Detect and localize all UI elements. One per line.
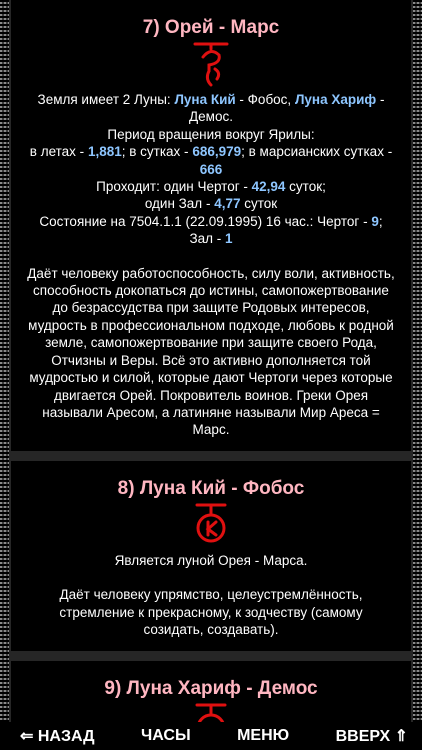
chertog-label: Проходит: один Чертог -: [96, 179, 252, 195]
days-value: 686,979: [192, 144, 242, 160]
hall-line: один Зал - 4,77 суток: [17, 195, 405, 212]
hall-suffix: суток: [240, 196, 278, 212]
section-title: 7) Орей - Марс: [142, 17, 280, 38]
state-mid: ;: [378, 213, 383, 229]
mars-symbol-icon: [193, 42, 229, 87]
phobos-line1: Является луной Орея - Марса.: [114, 553, 308, 568]
deimos-symbol-icon: [195, 703, 227, 722]
mars-description: Даёт человеку работоспособность, силу во…: [27, 265, 395, 438]
chertog-value: 42,94: [251, 179, 286, 195]
moon-card-deimos: 9) Луна Хариф - Демос: [11, 661, 411, 722]
section-title: 8) Луна Кий - Фобос: [117, 478, 305, 499]
moon-kiy-link: Луна Кий: [174, 92, 236, 107]
back-button[interactable]: ⇐ НАЗАД: [20, 726, 95, 746]
moon-card-phobos: 8) Луна Кий - Фобос Является луной Орея …: [11, 461, 411, 651]
mars-days-value: 666: [199, 161, 223, 177]
film-strip-left: [0, 0, 9, 722]
mars-days-label: ; в марсианских сутках -: [241, 144, 393, 160]
content-scroll-area[interactable]: 7) Орей - Марс Земля имеет 2 Луны: Луна …: [0, 0, 422, 722]
section-title: 9) Луна Хариф - Демос: [104, 678, 318, 699]
state-hall-label: Зал -: [189, 231, 226, 247]
hall-label: один Зал -: [144, 196, 215, 212]
scroll-up-button[interactable]: ВВЕРХ ⇑: [336, 726, 408, 746]
planet-card-mars: 7) Орей - Марс Земля имеет 2 Луны: Луна …: [11, 0, 411, 451]
phobos-symbol-icon: [195, 503, 227, 543]
state-hall-value: 1: [225, 231, 233, 247]
hall-value: 4,77: [214, 196, 241, 212]
phobos-description: Даёт человеку упрямство, целеустремлённо…: [59, 587, 363, 638]
chertog-suffix: суток;: [285, 179, 326, 195]
period-values: в летах - 1,881; в сутках - 686,979; в м…: [17, 143, 405, 178]
clock-button[interactable]: ЧАСЫ: [141, 727, 191, 745]
moons-prefix: Земля имеет 2 Луны:: [37, 92, 175, 107]
state-line: Состояние на 7504.1.1 (22.09.1995) 16 ча…: [17, 213, 405, 248]
period-title: Период вращения вокруг Ярилы:: [107, 126, 315, 142]
moons-mid: - Фобос,: [235, 92, 295, 107]
state-label: Состояние на 7504.1.1 (22.09.1995) 16 ча…: [39, 213, 372, 229]
days-label: ; в сутках -: [121, 144, 193, 160]
years-value: 1,881: [87, 144, 122, 160]
menu-button[interactable]: МЕНЮ: [237, 727, 289, 745]
moon-harif-link: Луна Хариф: [294, 92, 377, 107]
film-strip-right: [413, 0, 422, 722]
chertog-line: Проходит: один Чертог - 42,94 суток;: [17, 178, 405, 195]
years-label: в летах -: [29, 144, 88, 160]
state-chertog-value: 9: [371, 213, 379, 229]
bottom-nav-bar: ⇐ НАЗАД ЧАСЫ МЕНЮ ВВЕРХ ⇑: [0, 722, 422, 750]
moons-line: Земля имеет 2 Луны: Луна Кий - Фобос, Лу…: [17, 91, 405, 126]
